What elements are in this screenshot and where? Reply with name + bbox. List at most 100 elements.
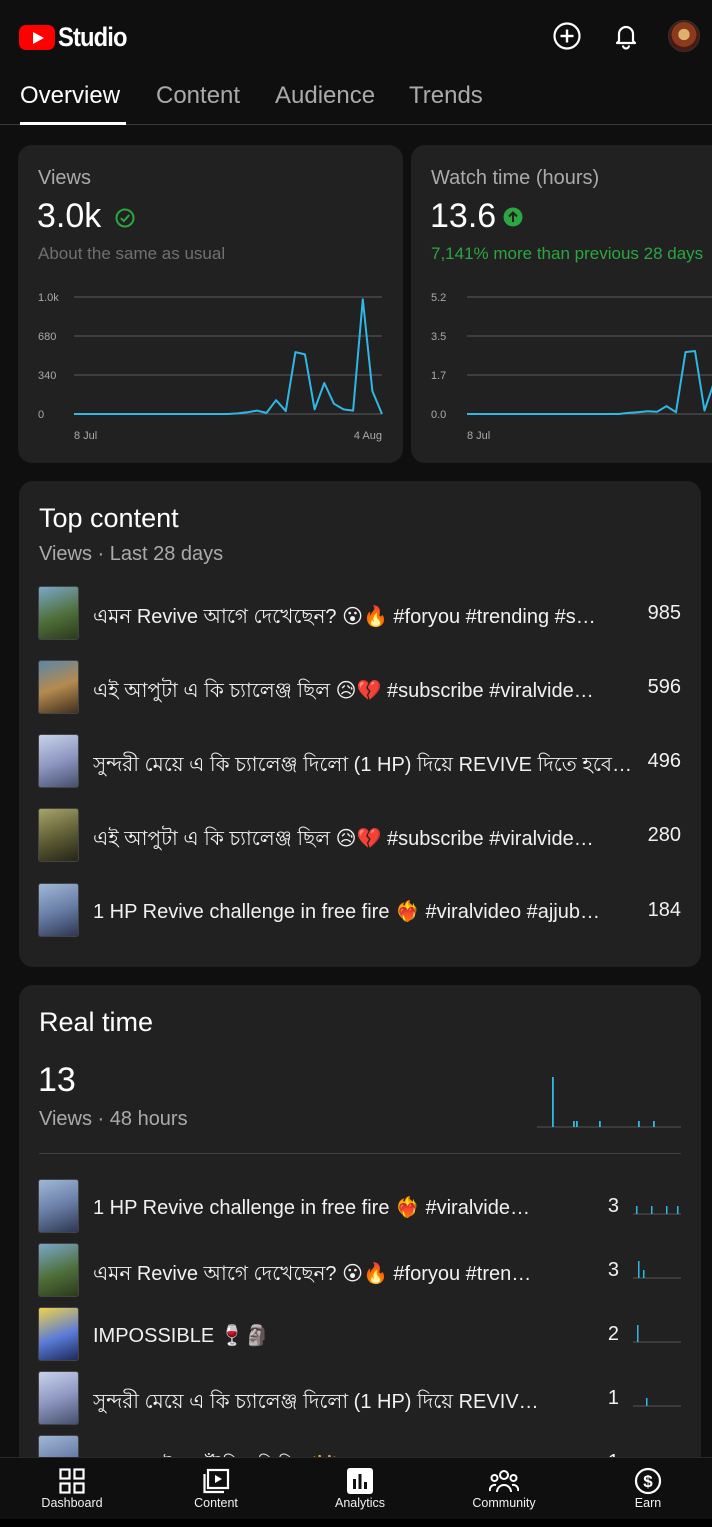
video-views: 3 [607, 1259, 619, 1281]
real-time-subtitle: Views · 48 hours [39, 1108, 188, 1130]
nav-dashboard-label: Dashboard [41, 1496, 103, 1510]
bottom-navigation: Dashboard Content Analytics Community $ … [0, 1457, 712, 1519]
studio-logo[interactable]: Studio [19, 22, 136, 53]
top-bar: Studio [0, 0, 712, 70]
dashboard-icon [59, 1468, 85, 1494]
x-tick-label: 8 Jul [467, 430, 490, 442]
video-views: 596 [647, 676, 681, 698]
y-tick-label: 1.7 [431, 370, 446, 382]
nav-analytics[interactable]: Analytics [300, 1458, 420, 1520]
nav-content-label: Content [194, 1496, 238, 1510]
series-line [74, 298, 383, 415]
views-title: Views [38, 167, 91, 189]
top-content-row[interactable]: এই আপুটা এ কি চ্যালেঞ্জ ছিল 😥💔 #subscrib… [19, 807, 701, 863]
top-content-title: Top content [39, 503, 179, 533]
nav-community[interactable]: Community [444, 1458, 564, 1520]
video-thumbnail [38, 883, 79, 937]
video-views: 280 [647, 824, 681, 846]
y-tick-label: 340 [38, 370, 56, 382]
top-content-subtitle: Views · Last 28 days [39, 543, 224, 565]
tab-overview[interactable]: Overview [20, 82, 120, 110]
nav-content[interactable]: Content [156, 1458, 276, 1520]
nav-dashboard[interactable]: Dashboard [12, 1458, 132, 1520]
views-chart: 1.0k 680 340 0 8 Jul 4 Aug [38, 292, 383, 442]
avatar[interactable] [668, 20, 700, 52]
top-content-row[interactable]: এমন Revive আগে দেখেছেন? 😮🔥 #foryou #tren… [19, 585, 701, 641]
video-title: এই আপুটা এ কি চ্যালেঞ্জ ছিল 😥💔 #subscrib… [93, 828, 594, 850]
system-gesture-bar [0, 1519, 712, 1527]
divider [39, 1153, 681, 1154]
video-title: এমন Revive আগে দেখেছেন? 😮🔥 #foryou #tren… [93, 1263, 532, 1285]
real-time-card: Real time 13 Views · 48 hours 1 HP Reviv… [19, 985, 701, 1475]
x-tick-label: 8 Jul [74, 430, 97, 442]
community-icon [489, 1470, 519, 1493]
nav-earn[interactable]: $ Earn [588, 1458, 708, 1520]
nav-community-label: Community [472, 1496, 536, 1510]
active-tab-indicator [20, 122, 126, 125]
tab-trends[interactable]: Trends [409, 82, 483, 110]
nav-earn-label: Earn [634, 1496, 662, 1510]
video-views: 2 [607, 1323, 619, 1345]
y-tick-label: 3.5 [431, 331, 446, 343]
earn-icon: $ [634, 1467, 662, 1495]
video-views: 3 [607, 1195, 619, 1217]
video-views: 1 [607, 1387, 619, 1409]
nav-analytics-label: Analytics [334, 1496, 386, 1510]
y-tick-label: 5.2 [431, 292, 446, 304]
content-icon [203, 1468, 230, 1494]
video-thumbnail [38, 1179, 79, 1233]
video-views: 184 [647, 899, 681, 921]
y-tick-label: 0.0 [431, 409, 446, 421]
watch-time-status: 7,141% more than previous 28 days [431, 244, 704, 263]
video-thumbnail [38, 1307, 79, 1361]
real-time-title: Real time [39, 1007, 154, 1037]
video-thumbnail [38, 586, 79, 640]
video-title: এই আপুটা এ কি চ্যালেঞ্জ ছিল 😥💔 #subscrib… [93, 680, 594, 702]
y-tick-label: 0 [38, 409, 44, 421]
top-content-row[interactable]: সুন্দরী মেয়ে এ কি চ্যালেঞ্জ দিলো (1 HP)… [19, 733, 701, 789]
video-title: এমন Revive আগে দেখেছেন? 😮🔥 #foryou #tren… [93, 606, 596, 628]
video-thumbnail [38, 734, 79, 788]
real-time-bar-chart [537, 1077, 681, 1128]
watch-time-card[interactable]: Watch time (hours) 13.6 7,141% more than… [411, 145, 712, 463]
tab-content[interactable]: Content [156, 82, 240, 110]
mini-sparkline [633, 1261, 681, 1279]
series-line [467, 350, 712, 415]
views-card[interactable]: Views 3.0k About the same as usual 1.0k 6… [18, 145, 403, 463]
video-title: 1 HP Revive challenge in free fire ❤️‍🔥 … [93, 1197, 530, 1219]
real-time-row[interactable]: সুন্দরী মেয়ে এ কি চ্যালেঞ্জ দিলো (1 HP)… [19, 1371, 701, 1427]
views-status: About the same as usual [38, 244, 226, 263]
video-thumbnail [38, 808, 79, 862]
video-views: 985 [647, 602, 681, 624]
mini-sparkline [633, 1325, 681, 1343]
check-circle-icon [115, 208, 135, 228]
arrow-up-circle-icon [503, 207, 523, 227]
video-thumbnail [38, 1243, 79, 1297]
video-title: IMPOSSIBLE 🍷🗿 [93, 1325, 270, 1347]
add-circle-icon[interactable] [551, 20, 583, 52]
real-time-row[interactable]: IMPOSSIBLE 🍷🗿 2 [19, 1307, 701, 1363]
y-tick-label: 680 [38, 331, 56, 343]
mini-sparkline [633, 1206, 681, 1215]
real-time-row[interactable]: এমন Revive আগে দেখেছেন? 😮🔥 #foryou #tren… [19, 1243, 701, 1299]
top-content-card: Top content Views · Last 28 days এমন Rev… [19, 481, 701, 967]
tab-audience[interactable]: Audience [275, 82, 375, 110]
video-thumbnail [38, 660, 79, 714]
svg-text:$: $ [643, 1472, 653, 1491]
youtube-play-icon [19, 25, 55, 50]
real-time-value: 13 [38, 1061, 76, 1099]
watch-time-value: 13.6 [430, 197, 497, 235]
video-title: সুন্দরী মেয়ে এ কি চ্যালেঞ্জ দিলো (1 HP)… [93, 1391, 551, 1413]
top-content-row[interactable]: 1 HP Revive challenge in free fire ❤️‍🔥 … [19, 882, 701, 938]
watch-time-chart: 5.2 3.5 1.7 0.0 8 Jul [431, 292, 712, 442]
views-value: 3.0k [37, 197, 102, 235]
video-views: 496 [647, 750, 681, 772]
x-tick-label: 4 Aug [354, 430, 382, 442]
y-tick-label: 1.0k [38, 292, 59, 304]
app-title: Studio [58, 22, 128, 52]
mini-sparkline [633, 1398, 681, 1407]
tab-bar: Overview Content Audience Trends [0, 70, 712, 125]
top-content-row[interactable]: এই আপুটা এ কি চ্যালেঞ্জ ছিল 😥💔 #subscrib… [19, 659, 701, 715]
real-time-row[interactable]: 1 HP Revive challenge in free fire ❤️‍🔥 … [19, 1179, 701, 1235]
bell-icon[interactable] [610, 20, 642, 52]
